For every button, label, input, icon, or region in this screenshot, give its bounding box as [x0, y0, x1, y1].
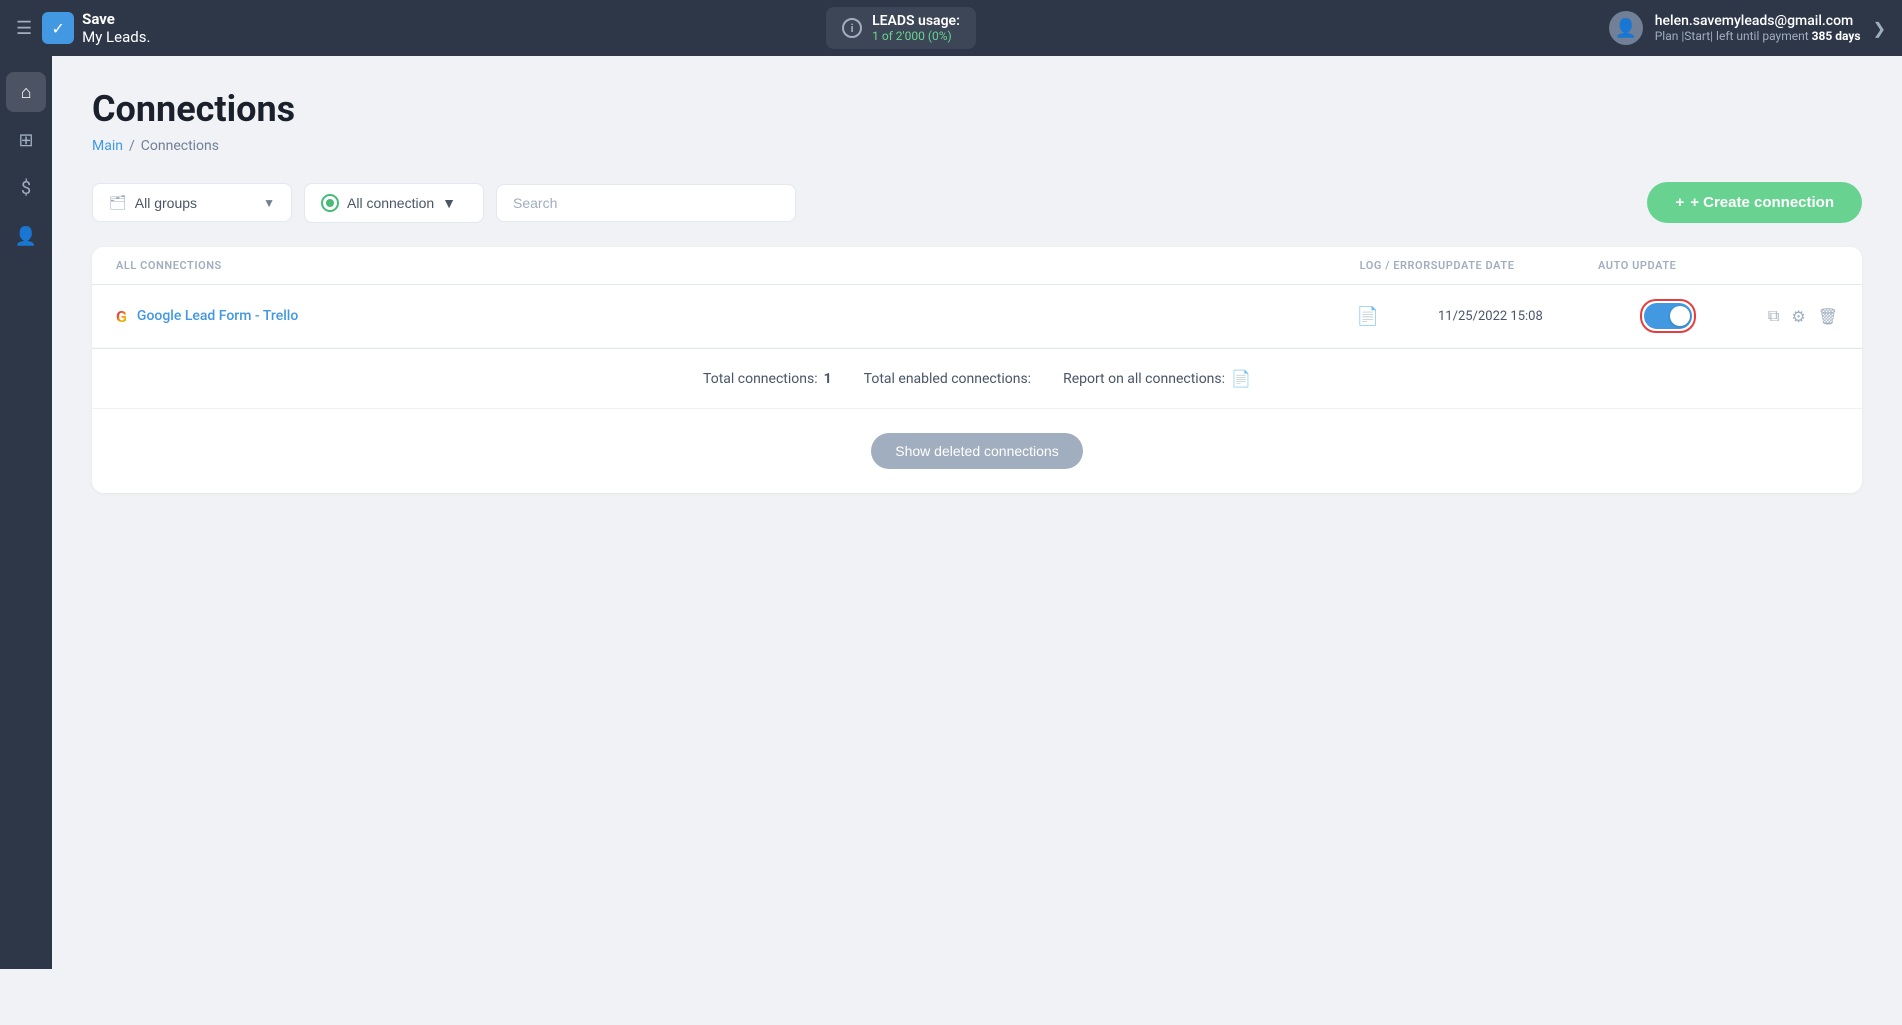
- log-icon[interactable]: 📄: [1298, 306, 1438, 327]
- show-deleted-button[interactable]: Show deleted connections: [871, 433, 1082, 469]
- total-connections-label: Total connections:: [703, 371, 818, 387]
- table-row: G Google Lead Form - Trello 📄 11/25/2022…: [92, 285, 1862, 348]
- header-log: LOG / ERRORS: [1298, 259, 1438, 272]
- connections-icon: ⊞: [18, 130, 33, 151]
- total-enabled-connections: Total enabled connections:: [864, 371, 1031, 387]
- create-connection-label: + Create connection: [1690, 194, 1834, 211]
- green-dot: [326, 199, 334, 207]
- header-auto-update: AUTO UPDATE: [1598, 259, 1738, 272]
- account-icon: 👤: [15, 226, 37, 247]
- connection-name: Google Lead Form - Trello: [137, 308, 298, 324]
- google-g-icon: G: [116, 307, 127, 326]
- page-title: Connections: [92, 88, 1862, 130]
- breadcrumb-main-link[interactable]: Main: [92, 138, 123, 154]
- report-icon[interactable]: 📄: [1231, 369, 1251, 388]
- groups-dropdown-label: All groups: [135, 195, 197, 211]
- auto-update-toggle-border: [1640, 299, 1696, 333]
- user-email: helen.savemyleads@gmail.com: [1655, 13, 1861, 29]
- user-info: helen.savemyleads@gmail.com Plan |Start|…: [1655, 13, 1861, 43]
- top-navigation: ☰ ✓ SaveMy Leads. i LEADS usage: 1 of 2'…: [0, 0, 1902, 56]
- folder-icon: 🗂: [109, 194, 127, 211]
- leads-usage-label: LEADS usage:: [872, 13, 960, 29]
- header-actions: [1738, 259, 1838, 272]
- leads-usage-content: LEADS usage: 1 of 2'000 (0%): [872, 13, 960, 43]
- update-date: 11/25/2022 15:08: [1438, 309, 1598, 324]
- sidebar-item-connections[interactable]: ⊞: [6, 120, 46, 160]
- leads-usage-value: 1 of 2'000 (0%): [872, 29, 960, 43]
- total-connections-value: 1: [824, 371, 832, 387]
- sidebar-item-home[interactable]: ⌂: [6, 72, 46, 112]
- dollar-icon: $: [21, 178, 31, 199]
- groups-dropdown[interactable]: 🗂 All groups ▼: [92, 183, 292, 222]
- table-header: ALL CONNECTIONS LOG / ERRORS UPDATE DATE…: [92, 247, 1862, 285]
- user-plan: Plan |Start| left until payment 385 days: [1655, 29, 1861, 43]
- logo: ✓ SaveMy Leads.: [42, 10, 150, 46]
- nav-user-area: 👤 helen.savemyleads@gmail.com Plan |Star…: [1586, 11, 1886, 45]
- main-content: Connections Main / Connections 🗂 All gro…: [52, 56, 1902, 969]
- chevron-down-icon-2: ▼: [442, 195, 456, 211]
- total-enabled-label: Total enabled connections:: [864, 371, 1031, 387]
- connections-table: ALL CONNECTIONS LOG / ERRORS UPDATE DATE…: [92, 247, 1862, 493]
- sidebar-item-account[interactable]: 👤: [6, 216, 46, 256]
- auto-update-toggle[interactable]: [1644, 303, 1692, 329]
- toggle-container: [1598, 299, 1738, 333]
- hamburger-menu-icon[interactable]: ☰: [16, 18, 32, 39]
- delete-icon[interactable]: 🗑: [1818, 307, 1838, 326]
- report-connections: Report on all connections: 📄: [1063, 369, 1251, 388]
- breadcrumb: Main / Connections: [92, 138, 1862, 154]
- avatar: 👤: [1609, 11, 1643, 45]
- logo-text: SaveMy Leads.: [82, 10, 150, 46]
- sidebar: ⌂ ⊞ $ 👤: [0, 56, 52, 969]
- logo-checkmark: ✓: [42, 12, 74, 44]
- toggle-knob: [1670, 306, 1690, 326]
- search-input[interactable]: [496, 184, 796, 222]
- sidebar-item-billing[interactable]: $: [6, 168, 46, 208]
- connection-name-link[interactable]: G Google Lead Form - Trello: [116, 307, 1298, 326]
- nav-logo-area: ☰ ✓ SaveMy Leads.: [16, 10, 216, 46]
- info-icon: i: [842, 18, 862, 38]
- connection-filter-dropdown[interactable]: All connection ▼: [304, 183, 484, 223]
- header-connections: ALL CONNECTIONS: [116, 259, 1298, 272]
- breadcrumb-separator: /: [129, 138, 135, 154]
- plus-icon: +: [1675, 194, 1684, 211]
- nav-dropdown-arrow-icon[interactable]: ❯: [1873, 19, 1886, 38]
- toolbar: 🗂 All groups ▼ All connection ▼ + + Crea…: [92, 182, 1862, 223]
- create-connection-button[interactable]: + + Create connection: [1647, 182, 1862, 223]
- home-icon: ⌂: [21, 82, 32, 103]
- table-footer: Total connections: 1 Total enabled conne…: [92, 348, 1862, 408]
- settings-icon[interactable]: ⚙: [1791, 307, 1805, 326]
- report-label: Report on all connections:: [1063, 371, 1225, 387]
- header-update-date: UPDATE DATE: [1438, 259, 1598, 272]
- connection-status-icon: [321, 194, 339, 212]
- leads-usage-widget[interactable]: i LEADS usage: 1 of 2'000 (0%): [826, 7, 976, 49]
- nav-center: i LEADS usage: 1 of 2'000 (0%): [216, 7, 1586, 49]
- total-connections: Total connections: 1: [703, 371, 832, 387]
- copy-icon[interactable]: ⧉: [1768, 306, 1779, 326]
- breadcrumb-current: Connections: [141, 138, 219, 154]
- show-deleted-wrapper: Show deleted connections: [92, 408, 1862, 493]
- chevron-down-icon: ▼: [263, 196, 275, 210]
- row-actions: ⧉ ⚙ 🗑: [1738, 306, 1838, 326]
- connection-filter-label: All connection: [347, 195, 434, 211]
